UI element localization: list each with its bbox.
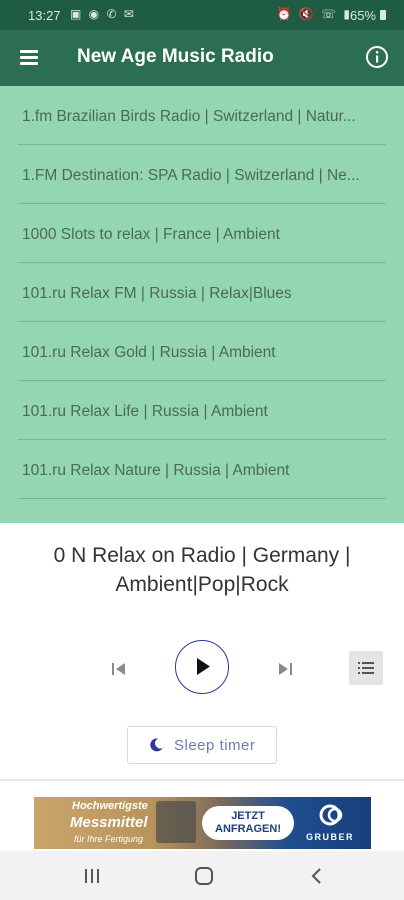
station-list[interactable]: 1.fm Brazilian Birds Radio | Switzerland… — [0, 86, 404, 523]
battery-level: 65% — [349, 8, 376, 23]
previous-icon[interactable] — [108, 658, 130, 680]
app-title: New Age Music Radio — [77, 46, 274, 67]
system-nav-bar — [0, 851, 404, 900]
gruber-logo-icon — [319, 804, 343, 826]
home-icon[interactable] — [193, 865, 215, 887]
station-label: 101.ru Relax FM | Russia | Relax|Blues — [22, 285, 292, 302]
station-item[interactable]: 101.ru Relax Gold | Russia | Ambient — [18, 323, 386, 381]
system-icons: ⏰ 🔇 ☏ ▮ — [276, 7, 352, 21]
station-label: 101.ru Relax Life | Russia | Ambient — [22, 403, 268, 420]
moon-icon — [150, 738, 163, 752]
ad-banner[interactable]: Hochwertigste Messmittel für Ihre Fertig… — [34, 797, 371, 849]
station-item[interactable]: 101.ru Relax FM | Russia | Relax|Blues — [18, 264, 386, 322]
station-label: 101.ru Relax Gold | Russia | Ambient — [22, 344, 276, 361]
sleep-timer-label: Sleep timer — [174, 737, 256, 754]
next-icon[interactable] — [274, 658, 296, 680]
ad-brand: GRUBER — [306, 832, 355, 842]
playlist-icon[interactable] — [349, 651, 383, 685]
station-item[interactable]: 101.ru Relax Nature | Russia | Ambient — [18, 441, 386, 499]
info-icon[interactable] — [364, 44, 390, 70]
now-playing-title: 0 N Relax on Radio | Germany | Ambient|P… — [53, 544, 351, 596]
battery-icon — [380, 10, 386, 20]
ad-line2: Messmittel — [70, 814, 148, 831]
ad-product-image — [156, 801, 196, 843]
station-item[interactable]: 1.fm Brazilian Birds Radio | Switzerland… — [18, 87, 386, 145]
recent-apps-icon[interactable] — [81, 865, 103, 887]
station-label: 1.FM Destination: SPA Radio | Switzerlan… — [22, 167, 360, 184]
station-label: 1.fm Brazilian Birds Radio | Switzerland… — [22, 108, 356, 125]
station-item[interactable]: 1000 Slots to relax | France | Ambient — [18, 205, 386, 263]
hamburger-menu-icon[interactable] — [18, 46, 42, 70]
notification-icons: ▣ ◉ ✆ ✉ — [70, 7, 136, 21]
back-icon[interactable] — [306, 865, 328, 887]
station-label: 101.ru Relax Nature | Russia | Ambient — [22, 462, 290, 479]
player-panel: 0 N Relax on Radio | Germany | Ambient|P… — [0, 523, 404, 781]
play-icon — [197, 658, 210, 675]
status-time: 13:27 — [28, 8, 61, 23]
ad-cta-button[interactable]: JETZT ANFRAGEN! — [202, 806, 294, 840]
status-bar: 13:27 ▣ ◉ ✆ ✉ ⏰ 🔇 ☏ ▮ 65% — [0, 0, 404, 30]
station-item[interactable]: 1.FM Destination: SPA Radio | Switzerlan… — [18, 146, 386, 204]
station-item[interactable]: 101.ru Relax Life | Russia | Ambient — [18, 382, 386, 440]
ad-line1: Hochwertigste — [72, 800, 148, 812]
divider — [0, 779, 404, 781]
play-button[interactable] — [175, 640, 229, 694]
station-label: 1000 Slots to relax | France | Ambient — [22, 226, 280, 243]
ad-line3: für Ihre Fertigung — [74, 834, 144, 844]
sleep-timer-button[interactable]: Sleep timer — [127, 726, 277, 764]
app-bar: New Age Music Radio — [0, 30, 404, 86]
